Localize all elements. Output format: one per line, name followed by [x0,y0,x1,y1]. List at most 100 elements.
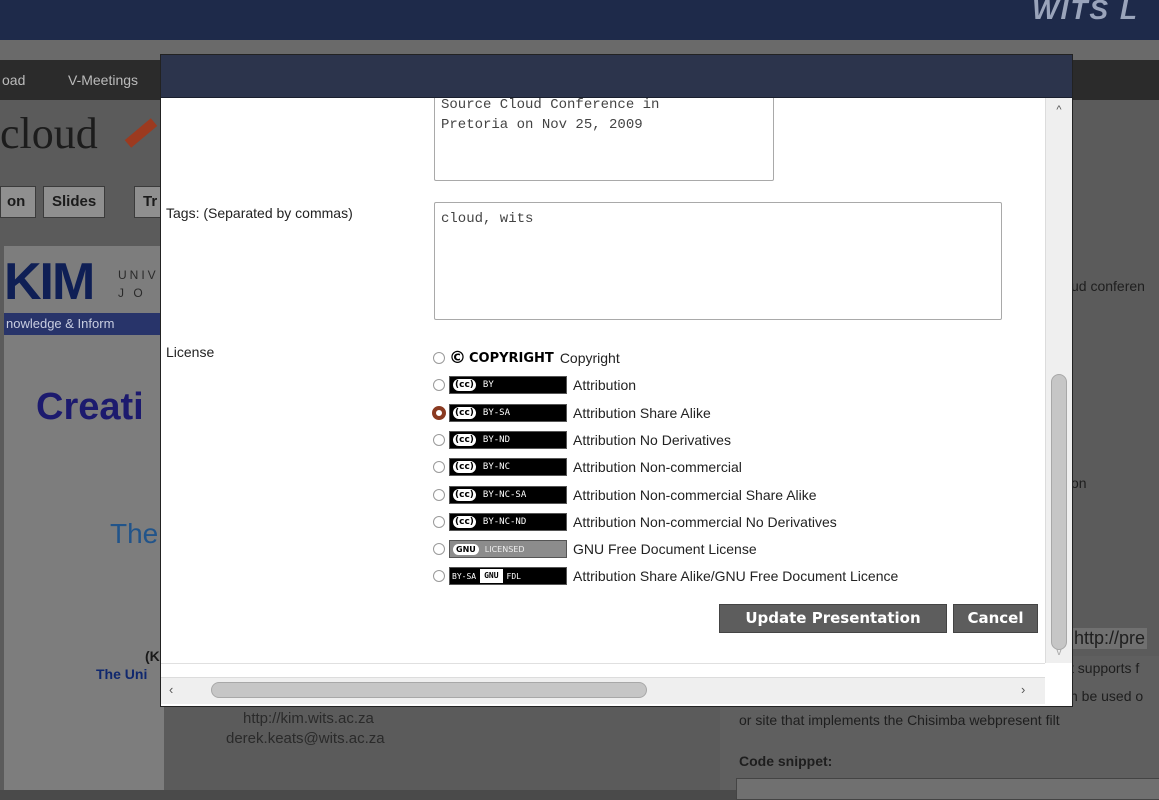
tags-textarea[interactable]: cloud, wits [434,202,1002,320]
license-option[interactable]: (cc) BY-NC Attribution Non-commercial [433,455,742,479]
bg-embed-url: http://pre [1072,628,1148,649]
slide-university-line: The Uni [96,666,148,682]
code-snippet-box[interactable] [736,778,1159,800]
gnu-icon: GNU [453,543,479,555]
radio-unchecked[interactable] [433,379,445,391]
license-option[interactable]: (cc) BY-ND Attribution No Derivatives [433,428,731,452]
badge-text: LICENSED [484,544,525,554]
badge-text: BY-NC-SA [482,490,527,500]
nav-item-v-meetings[interactable]: V-Meetings [68,72,138,88]
slide-author-line: (K [145,648,160,664]
dialog-titlebar[interactable] [161,55,1072,98]
bg-text-used: n be used o [1070,688,1144,704]
license-option-label[interactable]: Attribution Share Alike [573,405,711,421]
license-option-label[interactable]: Attribution Non-commercial No Derivative… [573,514,837,530]
slide-subheading: The [110,518,159,549]
bg-text-supports: t supports f [1070,660,1140,676]
license-label: License [166,344,215,360]
nav-item-upload[interactable]: oad [2,72,25,88]
license-option-label[interactable]: Attribution Non-commercial [573,459,742,475]
badge-text: FDL [506,571,521,581]
site-logo: cloud [0,109,98,158]
radio-unchecked[interactable] [433,352,445,364]
cc-license-badge: (cc) BY-NC-ND [449,513,567,531]
cancel-button[interactable]: Cancel [953,604,1038,633]
knowledge-bar: nowledge & Inform [4,313,166,335]
license-option[interactable]: © COPYRIGHT Copyright [433,346,620,370]
horizontal-scrollbar[interactable]: ‹ › [161,677,1045,704]
horizontal-scroll-thumb[interactable] [211,682,647,698]
cc-icon: (cc) [452,515,477,529]
vertical-scroll-thumb[interactable] [1051,374,1067,650]
license-option-label[interactable]: Attribution [573,377,636,393]
radio-unchecked[interactable] [433,543,445,555]
gnu-icon: GNU [480,569,503,583]
license-option-label[interactable]: Attribution Non-commercial Share Alike [573,487,817,503]
cc-license-badge: (cc) BY-NC-SA [449,486,567,504]
gfdl-license-badge: BY-SA GNU FDL [449,567,567,585]
license-option-label[interactable]: GNU Free Document License [573,541,757,557]
cc-license-badge: (cc) BY-SA [449,404,567,422]
radio-checked[interactable] [432,406,446,420]
kim-logo: KIM [4,253,95,311]
chevron-right-icon[interactable]: › [1021,682,1025,697]
cc-icon: (cc) [452,433,477,447]
slide-email: derek.keats@wits.ac.za [226,730,385,747]
slide-url: http://kim.wits.ac.za [243,710,374,727]
license-option[interactable]: (cc) BY-NC-ND Attribution Non-commercial N… [433,510,837,534]
chevron-up-icon[interactable]: ^ [1046,104,1072,118]
cc-icon: (cc) [452,406,477,420]
university-text: UNIV J O [118,266,159,302]
dialog-content: Source Cloud Conference in Pretoria on N… [161,98,1045,663]
banner-text: WITS L [1032,0,1139,25]
license-option-label[interactable]: Copyright [560,350,620,366]
vertical-scrollbar[interactable]: ^ v [1045,98,1072,663]
bg-text-on: on [1071,475,1087,491]
radio-unchecked[interactable] [433,570,445,582]
badge-text: BY-SA [452,571,477,581]
pencil-icon [124,118,158,148]
bg-text-conference: ud conferen [1071,278,1145,294]
radio-unchecked[interactable] [433,516,445,528]
radio-unchecked[interactable] [433,461,445,473]
badge-text: BY [482,380,494,390]
description-textarea[interactable]: Source Cloud Conference in Pretoria on N… [434,98,774,181]
site-banner: WITS L [0,0,1159,40]
badge-text: BY-NC [482,462,510,472]
license-option[interactable]: (cc) BY-NC-SA Attribution Non-commercial S… [433,483,817,507]
radio-unchecked[interactable] [433,489,445,501]
badge-text: COPYRIGHT [469,350,554,366]
badge-text: BY-ND [482,435,510,445]
badge-text: BY-SA [482,408,510,418]
scroll-gutter [161,663,1045,678]
copyright-icon: © [449,348,466,368]
cc-icon: (cc) [452,378,477,392]
license-option[interactable]: GNU LICENSED GNU Free Document License [433,537,757,561]
edit-presentation-dialog: Source Cloud Conference in Pretoria on N… [160,54,1073,707]
tab-presentation[interactable]: on [0,186,36,218]
univ-line-1: UNIV [118,268,159,282]
copyright-badge: © COPYRIGHT [449,348,554,368]
cc-license-badge: (cc) BY [449,376,567,394]
bg-text-site: or site that implements the Chisimba web… [739,712,1060,728]
license-option[interactable]: BY-SA GNU FDL Attribution Share Alike/GNU F… [433,564,898,588]
univ-line-2: J O [118,286,146,300]
radio-unchecked[interactable] [433,434,445,446]
license-option[interactable]: (cc) BY Attribution [433,373,636,397]
cc-license-badge: (cc) BY-NC [449,458,567,476]
license-option[interactable]: (cc) BY-SA Attribution Share Alike [432,401,711,425]
cc-license-badge: (cc) BY-ND [449,431,567,449]
cc-icon: (cc) [452,460,477,474]
chevron-left-icon[interactable]: ‹ [169,682,173,697]
tab-slides[interactable]: Slides [43,186,106,218]
badge-text: BY-NC-ND [482,517,527,527]
gnu-license-badge: GNU LICENSED [449,540,567,558]
code-snippet-label: Code snippet: [739,753,833,769]
chevron-down-icon[interactable]: v [1046,646,1072,660]
license-option-label[interactable]: Attribution Share Alike/GNU Free Documen… [573,568,898,584]
update-presentation-button[interactable]: Update Presentation [719,604,947,633]
cc-icon: (cc) [452,488,477,502]
license-option-label[interactable]: Attribution No Derivatives [573,432,731,448]
slide-heading: Creati [36,386,144,428]
tags-label: Tags: (Separated by commas) [166,205,353,221]
